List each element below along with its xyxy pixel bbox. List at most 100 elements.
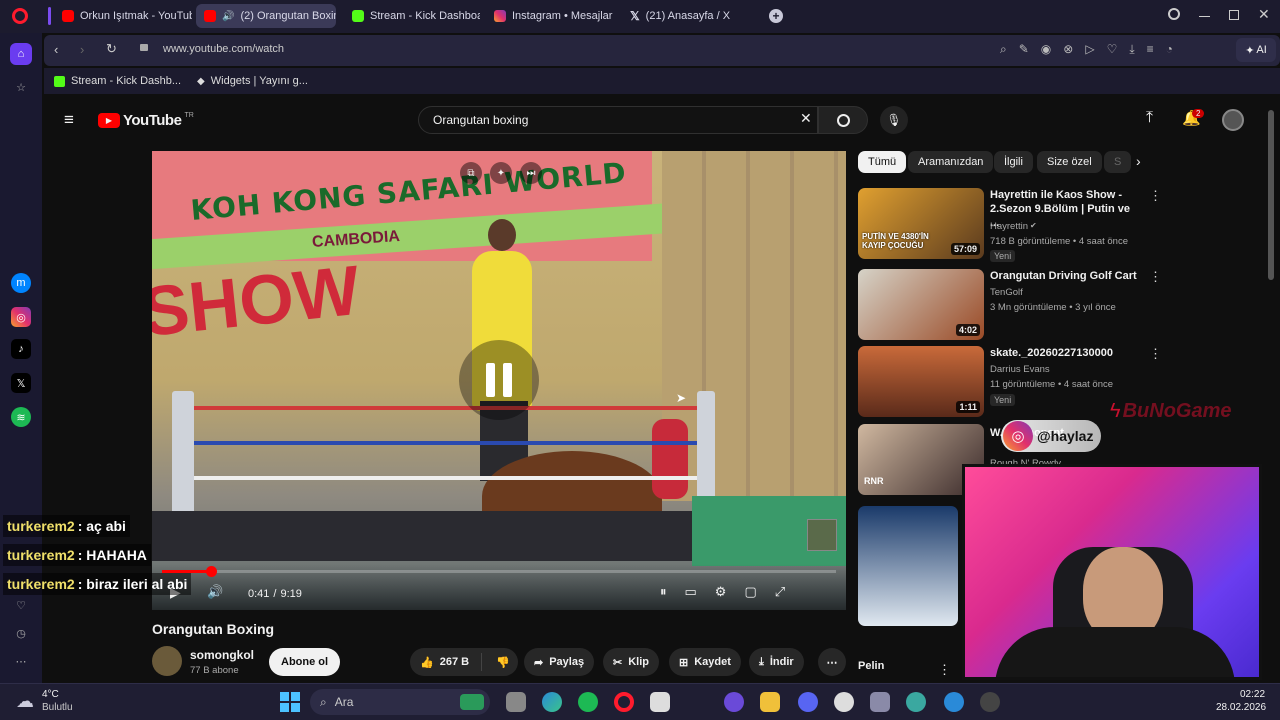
vpn-icon[interactable] — [724, 692, 744, 712]
c-app-icon[interactable] — [944, 692, 964, 712]
heart-icon[interactable]: ♡ — [1107, 42, 1118, 57]
subscribe-button[interactable]: Abone ol — [269, 648, 341, 676]
spotify-icon[interactable] — [578, 692, 598, 712]
start-button[interactable] — [280, 692, 300, 712]
x-icon[interactable]: 𝕏 — [11, 373, 31, 393]
tiktok-icon[interactable]: ♪ — [11, 339, 31, 359]
chip-for-you[interactable]: Size özel — [1037, 151, 1102, 173]
chip-more[interactable]: S — [1104, 151, 1132, 173]
more-actions-button[interactable]: ⋯ — [818, 648, 846, 676]
tab-1-active[interactable]: 🔊 (2) Orangutan Boxing — [196, 4, 336, 28]
download-button[interactable]: ⤓ İndir — [749, 648, 804, 676]
forward-icon[interactable]: › — [80, 42, 84, 57]
more-options-icon[interactable]: ⋮ — [938, 662, 951, 678]
video-player[interactable]: KOH KONG SAFARI WORLD CAMBODIA SHOW ⧉ ✦ … — [152, 151, 846, 610]
chip-all[interactable]: Tümü — [858, 151, 907, 173]
clip-button[interactable]: ✂ Klip — [603, 648, 659, 676]
more-options-icon[interactable]: ⋮ — [1149, 269, 1162, 285]
chip-from-search[interactable]: Aramanızdan — [908, 151, 994, 173]
more-icon[interactable]: ⋯ — [11, 651, 31, 671]
bookmark-kick[interactable]: Stream - Kick Dashb... — [54, 75, 181, 87]
chips-next-icon[interactable]: › — [1136, 153, 1141, 169]
sparkle-icon[interactable]: ✦ — [490, 162, 512, 184]
history-icon[interactable]: ◷ — [11, 623, 31, 643]
taskbar-search[interactable]: ⌕ Ara — [310, 689, 490, 715]
recommendation-item[interactable]: PUTİN VE 4380'İN KAYIP ÇOCUĞU 57:09 Hayr… — [858, 188, 1218, 262]
messenger-icon[interactable]: m — [11, 273, 31, 293]
reload-icon[interactable]: ↻ — [106, 41, 117, 57]
edge-icon[interactable] — [542, 692, 562, 712]
camera-icon[interactable]: ◉ — [1041, 42, 1051, 57]
progress-scrubber[interactable] — [206, 566, 218, 577]
save-button[interactable]: ⊞ Kaydet — [669, 648, 741, 676]
discord-icon[interactable] — [798, 692, 818, 712]
opera-logo-icon[interactable] — [12, 8, 28, 24]
game-app-icon[interactable] — [870, 692, 890, 712]
chip-related[interactable]: İlgili — [994, 151, 1033, 173]
channel-avatar[interactable] — [152, 646, 182, 676]
play-icon[interactable]: ▷ — [1085, 42, 1094, 57]
maximize-button[interactable] — [1229, 10, 1239, 20]
search-page-icon[interactable]: ⌕ — [1000, 42, 1007, 57]
file-explorer-icon[interactable] — [760, 692, 780, 712]
miniplayer-icon[interactable]: ⧉ — [460, 162, 482, 184]
network-app-icon[interactable] — [906, 692, 926, 712]
chrome-icon[interactable] — [834, 692, 854, 712]
profile-icon[interactable]: ◔ — [1166, 42, 1173, 57]
clock-date[interactable]: 28.02.2026 — [1216, 702, 1266, 713]
fullscreen-icon[interactable]: ⤢ — [775, 584, 785, 600]
hamburger-menu-icon[interactable]: ≡ — [64, 110, 74, 130]
progress-bar[interactable] — [162, 566, 836, 577]
upload-icon[interactable]: ⤒ — [1146, 109, 1153, 127]
search-input[interactable]: Orangutan boxing — [418, 106, 818, 134]
star-icon[interactable]: ☆ — [11, 77, 31, 97]
subtitles-icon[interactable]: ▭ — [685, 584, 697, 600]
instagram-icon[interactable]: ◎ — [11, 307, 31, 327]
heart-icon[interactable]: ♡ — [11, 595, 31, 615]
minimize-button[interactable] — [1199, 16, 1210, 17]
voice-search-button[interactable]: 🎙 — [880, 106, 908, 134]
new-tab-button[interactable]: + — [769, 9, 783, 23]
more-options-icon[interactable]: ⋮ — [1149, 346, 1162, 362]
center-pause-button[interactable] — [459, 340, 539, 420]
notes-icon[interactable] — [650, 692, 670, 712]
tab-4[interactable]: 𝕏 (21) Anasayfa / X — [622, 4, 762, 28]
end-card-thumbnail[interactable] — [807, 519, 837, 551]
bookmark-widgets[interactable]: ◆ Widgets | Yayını g... — [197, 75, 308, 87]
skip-icon[interactable]: ⏭ — [520, 162, 542, 184]
youtube-logo[interactable]: ▶ YouTube TR — [98, 112, 194, 129]
weather-temp[interactable]: 4°C — [42, 689, 59, 700]
channel-name[interactable]: somongkol — [190, 648, 254, 662]
tab-2[interactable]: Stream - Kick Dashboard — [344, 4, 480, 28]
dislike-button[interactable]: 👎 — [488, 656, 510, 669]
clear-search-icon[interactable]: ✕ — [800, 110, 812, 127]
spotify-icon[interactable]: ≋ — [11, 407, 31, 427]
more-options-icon[interactable]: ⋮ — [1149, 188, 1162, 204]
close-window-button[interactable]: ✕ — [1258, 6, 1270, 23]
like-button[interactable]: 👍 267 B — [410, 656, 475, 669]
back-icon[interactable]: ‹ — [54, 42, 58, 57]
page-scrollbar[interactable] — [1268, 110, 1274, 280]
share-button[interactable]: ➦ Paylaş — [524, 648, 595, 676]
obs-icon[interactable] — [980, 692, 1000, 712]
edit-icon[interactable]: ✎ — [1019, 42, 1029, 57]
download-icon[interactable]: ⤓ — [1129, 42, 1134, 57]
ai-button[interactable]: ✦ AI — [1236, 38, 1276, 62]
tab-0[interactable]: Orkun Işıtmak - YouTube — [54, 4, 192, 28]
search-button[interactable] — [818, 106, 868, 134]
theater-mode-icon[interactable]: ▢ — [744, 584, 756, 600]
url-field[interactable]: www.youtube.com/watch — [163, 43, 284, 55]
clock-time[interactable]: 02:22 — [1240, 689, 1265, 700]
account-avatar[interactable] — [1222, 109, 1244, 131]
home-icon[interactable]: ⌂ — [10, 43, 32, 65]
task-view-icon[interactable] — [506, 692, 526, 712]
settings-icon[interactable]: ⚙ — [715, 584, 727, 600]
tab-3[interactable]: Instagram • Mesajlar — [486, 4, 618, 28]
opera-icon[interactable] — [614, 692, 634, 712]
menu-icon[interactable]: ≡ — [1147, 42, 1154, 57]
search-tabs-icon[interactable] — [1168, 8, 1180, 20]
volume-icon[interactable]: 🔊 — [207, 584, 223, 600]
recommendation-item[interactable]: 4:02 Orangutan Driving Golf Cart TenGolf… — [858, 269, 1218, 341]
weather-desc[interactable]: Bulutlu — [42, 702, 73, 713]
adblock-icon[interactable]: ⊗ — [1063, 42, 1073, 57]
